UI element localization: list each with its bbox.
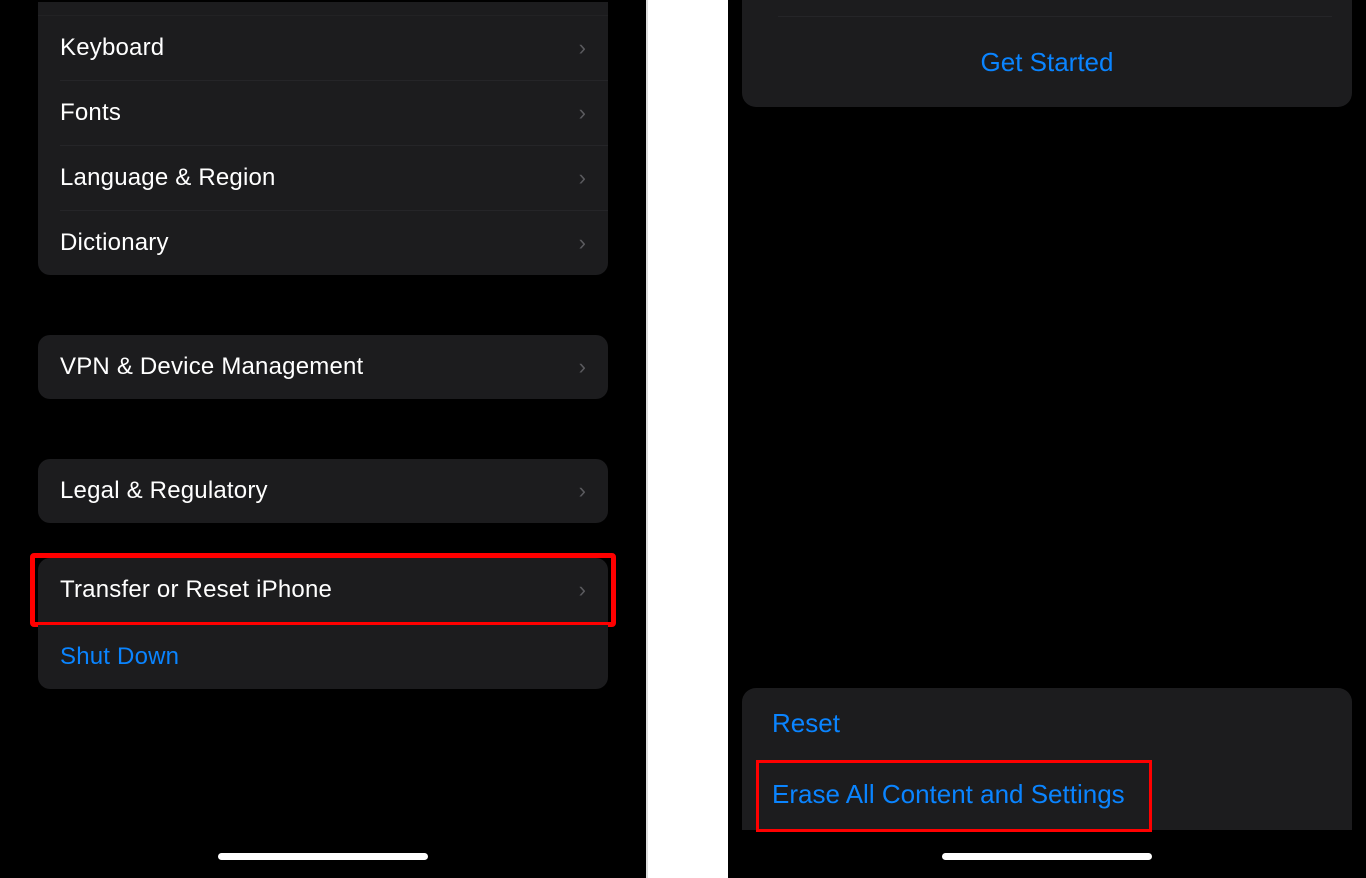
settings-row-fonts[interactable]: Fonts ›: [60, 80, 608, 145]
erase-all-content-settings-button[interactable]: Erase All Content and Settings: [742, 759, 1352, 830]
settings-row-keyboard[interactable]: Keyboard ›: [38, 16, 608, 80]
chevron-right-icon: ›: [579, 577, 588, 603]
settings-group-reset-bottom: Shut Down: [38, 625, 608, 689]
row-label: Fonts: [60, 99, 121, 127]
chevron-right-icon: ›: [579, 354, 588, 380]
chevron-right-icon: ›: [579, 230, 588, 256]
get-started-label: Get Started: [981, 47, 1114, 78]
settings-row-dictionary[interactable]: Dictionary ›: [60, 210, 608, 275]
row-label: Shut Down: [60, 643, 179, 671]
reset-actions-group: Reset Erase All Content and Settings: [742, 688, 1352, 830]
settings-general-screen: Keyboard › Fonts › Language & Region › D…: [0, 0, 648, 878]
row-label: Legal & Regulatory: [60, 477, 268, 505]
erase-label: Erase All Content and Settings: [772, 779, 1125, 810]
chevron-right-icon: ›: [579, 165, 588, 191]
transfer-reset-screen: Get Started Reset Erase All Content and …: [728, 0, 1366, 878]
row-label: VPN & Device Management: [60, 353, 363, 381]
settings-row-legal-regulatory[interactable]: Legal & Regulatory ›: [38, 459, 608, 523]
settings-group-text-input: Keyboard › Fonts › Language & Region › D…: [38, 2, 608, 275]
settings-row-vpn-device-management[interactable]: VPN & Device Management ›: [38, 335, 608, 399]
settings-row-transfer-reset-iphone[interactable]: Transfer or Reset iPhone ›: [38, 558, 608, 622]
home-indicator[interactable]: [942, 853, 1152, 860]
row-label: Dictionary: [60, 229, 169, 257]
highlight-transfer-reset: Transfer or Reset iPhone ›: [30, 553, 616, 627]
row-label: Transfer or Reset iPhone: [60, 576, 332, 604]
reset-label: Reset: [772, 708, 840, 739]
chevron-right-icon: ›: [579, 35, 588, 61]
prepare-new-iphone-card: Get Started: [742, 0, 1352, 107]
chevron-right-icon: ›: [579, 478, 588, 504]
row-label: Language & Region: [60, 164, 276, 192]
row-label: Keyboard: [60, 34, 164, 62]
settings-group-vpn: VPN & Device Management ›: [38, 335, 608, 399]
partial-row-top: [38, 2, 608, 16]
settings-row-shut-down[interactable]: Shut Down: [38, 625, 608, 689]
home-indicator[interactable]: [218, 853, 428, 860]
settings-row-language-region[interactable]: Language & Region ›: [60, 145, 608, 210]
settings-group-reset-top: Transfer or Reset iPhone ›: [38, 558, 608, 622]
get-started-button[interactable]: Get Started: [742, 17, 1352, 107]
chevron-right-icon: ›: [579, 100, 588, 126]
settings-group-legal: Legal & Regulatory ›: [38, 459, 608, 523]
reset-button[interactable]: Reset: [742, 688, 1352, 759]
